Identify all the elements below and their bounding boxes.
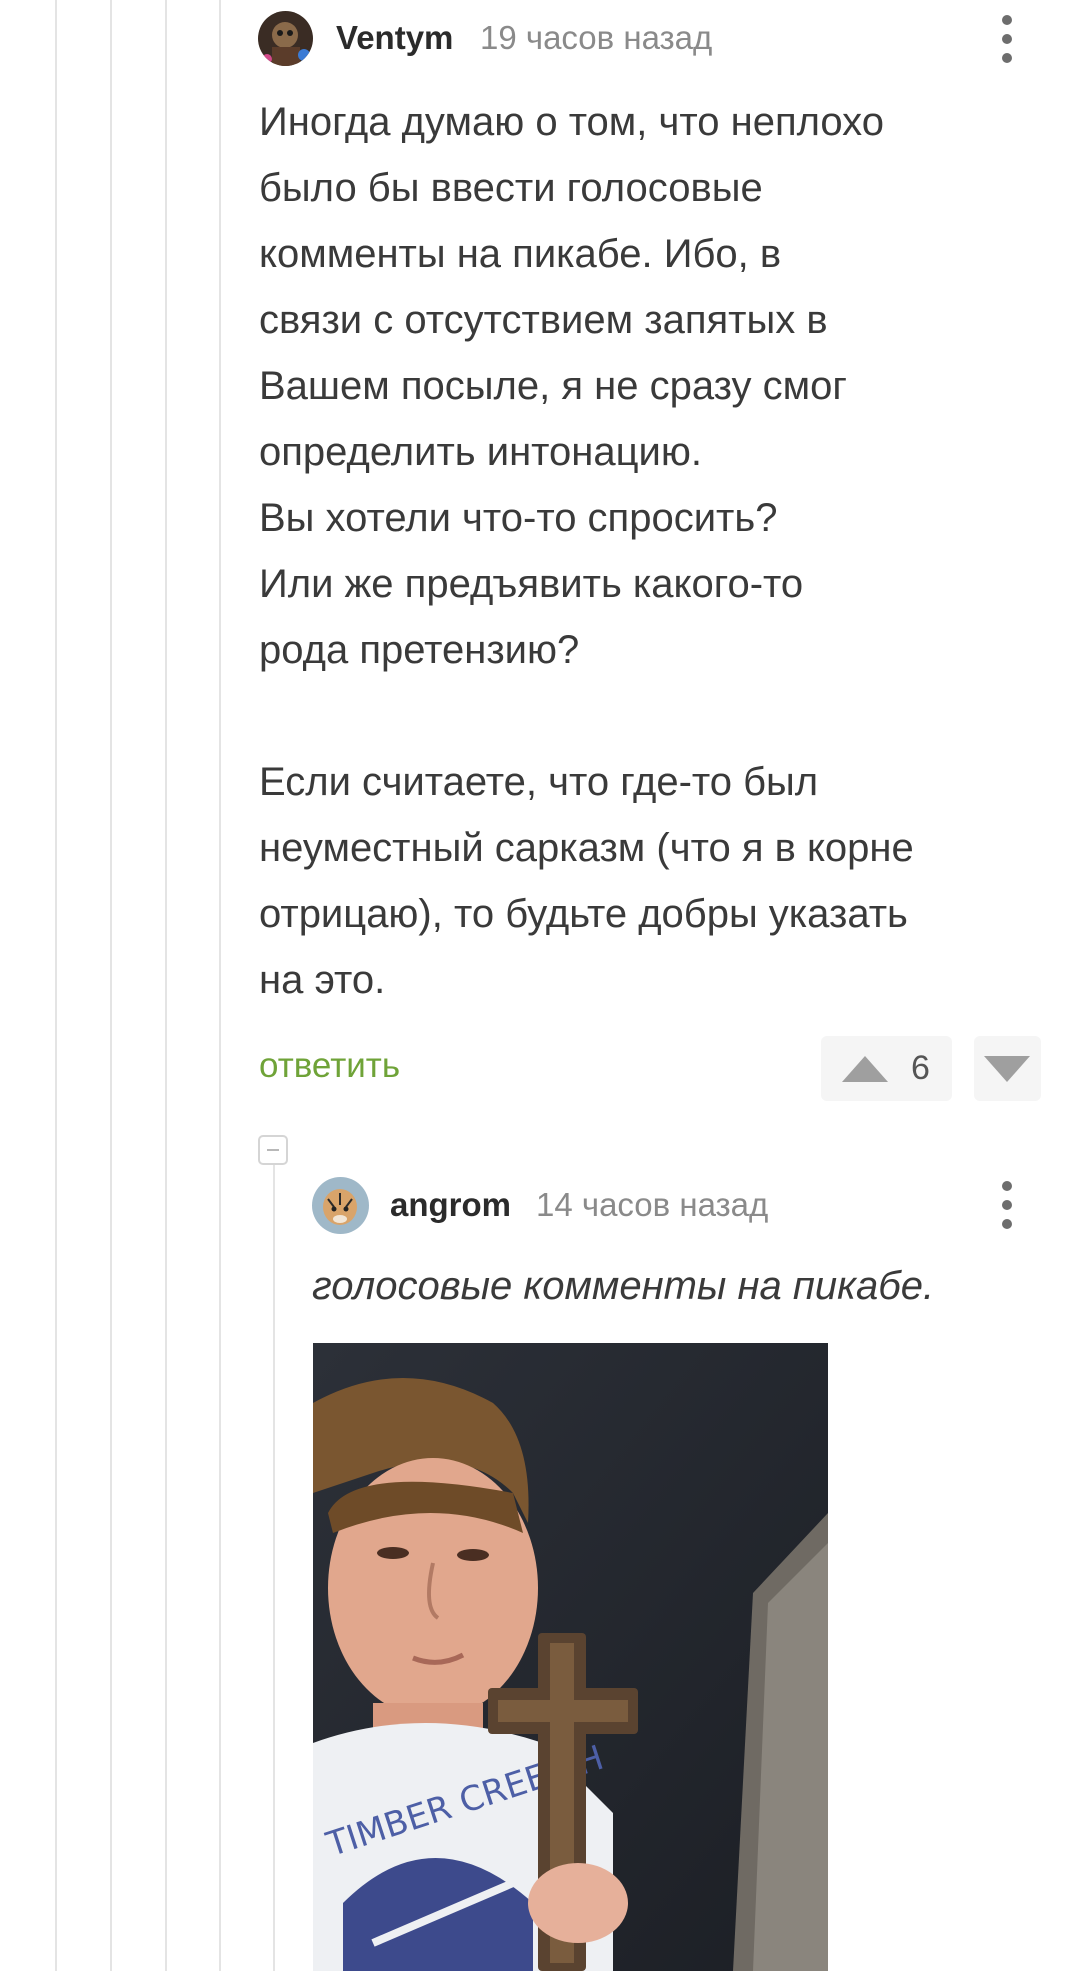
reply-button[interactable]: ответить [259, 1046, 400, 1086]
collapse-thread-icon[interactable] [258, 1135, 288, 1165]
thread-line-4 [219, 0, 221, 1971]
thread-line-5 [273, 1150, 275, 1971]
thread-line-2 [110, 0, 112, 1971]
avatar[interactable] [258, 11, 313, 66]
comment-timestamp[interactable]: 14 часов назад [536, 1186, 768, 1224]
quoted-text: голосовые комменты на пикабе. [312, 1264, 935, 1308]
upvote-button[interactable]: 6 [821, 1036, 952, 1101]
kebab-menu-icon[interactable] [987, 1175, 1027, 1235]
upvote-arrow-icon [842, 1056, 888, 1082]
rating-count: 6 [911, 1049, 930, 1087]
thread-line-3 [165, 0, 167, 1971]
author-name[interactable]: angrom [390, 1186, 511, 1224]
avatar[interactable] [312, 1177, 369, 1234]
comment-image[interactable]: TIMBER CREEK H [313, 1343, 828, 1971]
author-name[interactable]: Ventym [336, 19, 453, 57]
thread-line-1 [55, 0, 57, 1971]
downvote-arrow-icon [984, 1056, 1030, 1082]
comment-body: Иногда думаю о том, что неплохо было бы … [259, 100, 914, 1002]
kebab-menu-icon[interactable] [987, 9, 1027, 69]
downvote-button[interactable] [974, 1036, 1041, 1101]
comment-timestamp[interactable]: 19 часов назад [480, 19, 712, 57]
